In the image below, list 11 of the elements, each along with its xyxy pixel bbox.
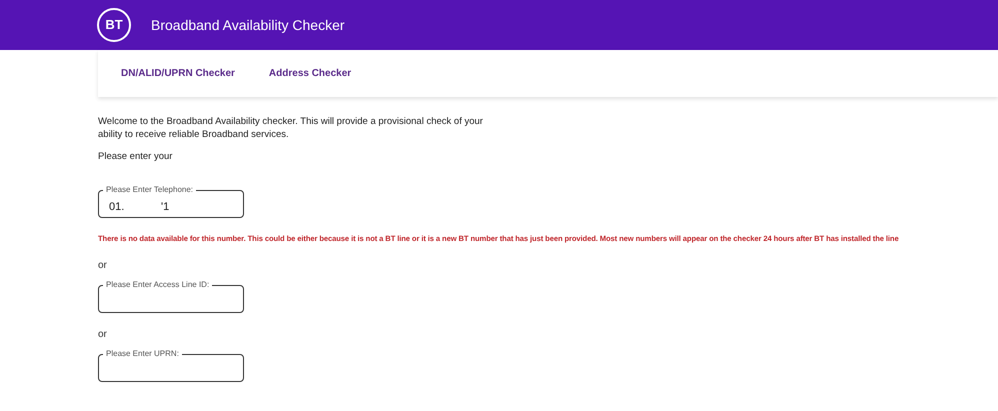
logo[interactable]: BT — [97, 8, 131, 42]
intro-text: Welcome to the Broadband Availability checker. This will provide a provisional check of your ability to receive reliable Broadband services. — [98, 115, 484, 141]
tab[interactable]: Address Checker — [268, 66, 352, 81]
or-text: or — [98, 328, 108, 342]
or-text: or — [98, 259, 108, 274]
field-label: Please Enter UPRN: — [103, 349, 182, 360]
tab[interactable]: DN/ALID/UPRN Checker — [121, 66, 235, 81]
app-title: Broadband Availability Checker — [151, 16, 345, 35]
prompt-text: Please enter your — [98, 150, 174, 164]
field-label: Please Enter Access Line ID: — [103, 280, 212, 290]
field-label: Please Enter Telephone: — [103, 185, 196, 196]
